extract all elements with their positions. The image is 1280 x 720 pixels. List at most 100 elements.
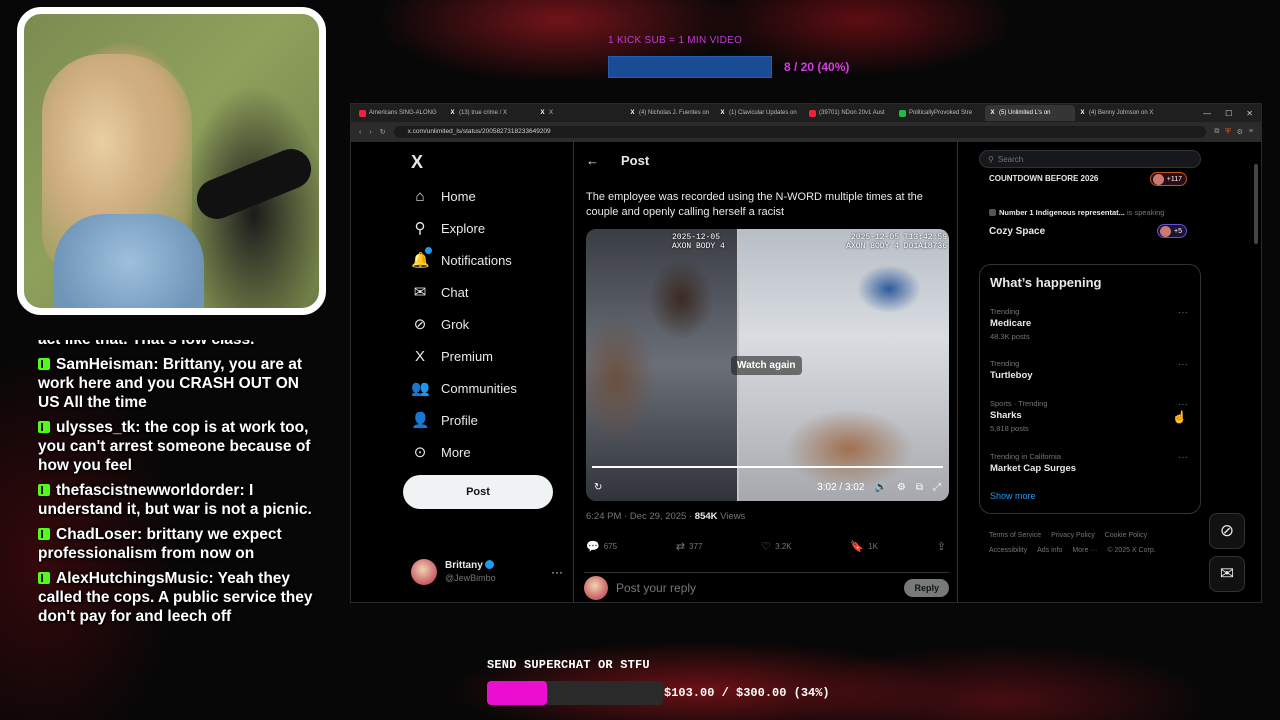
like-action[interactable]: ♡ 3.2K <box>761 540 791 553</box>
show-more-link[interactable]: Show more <box>990 491 1036 501</box>
reply-action[interactable]: 💬 675 <box>586 540 617 553</box>
fullscreen-icon[interactable]: ⤢ <box>933 482 941 493</box>
search-icon: ⚲ <box>988 154 994 164</box>
nav-grok[interactable]: ⊘ Grok <box>411 310 469 338</box>
heart-icon: ♡ <box>761 541 772 553</box>
account-name: Brittany <box>445 560 483 571</box>
chat-message: SamHeisman: Brittany, you are at work he… <box>38 356 303 411</box>
forward-icon[interactable]: › <box>369 129 371 136</box>
search-input[interactable]: ⚲ Search <box>979 150 1201 168</box>
browser-tab[interactable]: (39701) NDon 20v1 Aust <box>805 105 895 121</box>
share-icon[interactable]: ⧉ <box>1214 128 1219 136</box>
space-listeners-badge[interactable]: +117 <box>1149 172 1187 186</box>
trend-item[interactable]: Trending in California Market Cap Surges… <box>990 452 1192 474</box>
nav-notifications[interactable]: 🔔 Notifications <box>411 246 512 274</box>
more-dots-icon[interactable]: ··· <box>1178 452 1188 463</box>
grok-float-button[interactable]: ⊘ <box>1209 513 1245 549</box>
extensions-icon[interactable]: ⚙ <box>1237 128 1243 136</box>
back-arrow-icon[interactable]: ← <box>586 153 599 168</box>
right-sidebar: ⚲ Search COUNTDOWN BEFORE 2026 +117 Numbe… <box>979 142 1203 602</box>
browser-tab[interactable]: X (4) Benny Johnson on X <box>1075 105 1165 121</box>
stream-chat: act like that. That's low class. SamHeis… <box>38 340 318 700</box>
url-field[interactable]: x.com/unlimited_ls/status/20058273182336… <box>393 126 1207 138</box>
nav-chat[interactable]: ✉ Chat <box>411 278 469 306</box>
reload-icon[interactable]: ↻ <box>380 128 386 136</box>
replay-icon[interactable]: ↻ <box>594 482 602 493</box>
superchat-progress-track <box>487 681 663 705</box>
space-listeners-badge[interactable]: +5 <box>1157 224 1187 238</box>
x-favicon-icon: X <box>630 109 635 116</box>
pip-icon[interactable]: ⧉ <box>916 482 923 493</box>
settings-gear-icon[interactable]: ⚙ <box>897 482 906 493</box>
brave-shield-icon[interactable]: ⛨ <box>1225 128 1230 136</box>
nav-premium[interactable]: X Premium <box>411 342 493 370</box>
footer-link[interactable]: Privacy Policy <box>1051 532 1095 539</box>
video-progress-bar[interactable] <box>592 466 943 468</box>
minimize-icon[interactable]: — <box>1203 109 1211 118</box>
footer-link[interactable]: Terms of Service <box>989 532 1041 539</box>
close-icon[interactable]: ✕ <box>1246 109 1253 118</box>
tab-bar: Americans SING-ALONG X (13) true crime / … <box>351 104 1261 122</box>
watch-again-button[interactable]: Watch again <box>731 356 802 375</box>
nav-home[interactable]: ⌂ Home <box>411 182 475 210</box>
share-action[interactable]: ⇪ <box>937 540 946 553</box>
volume-icon[interactable]: 🔊 <box>874 482 886 493</box>
account-switcher[interactable]: Brittany @JewBimbo ··· <box>411 557 563 587</box>
browser-tab-active[interactable]: X (5) Unlimited L's on <box>985 105 1075 121</box>
more-dots-icon[interactable]: ··· <box>1178 399 1188 410</box>
browser-tab[interactable]: XX <box>535 105 625 121</box>
trend-item[interactable]: Trending Medicare 48.3K posts ··· <box>990 307 1192 341</box>
trend-item[interactable]: Sports · Trending Sharks 5,818 posts ··· <box>990 399 1192 433</box>
more-dots-icon[interactable]: ··· <box>1178 307 1188 318</box>
post-button[interactable]: Post <box>403 475 553 509</box>
share-icon: ⇪ <box>936 541 946 553</box>
browser-tab[interactable]: X (4) Nicholas J. Fuentes on <box>625 105 715 121</box>
nav-communities[interactable]: 👥 Communities <box>411 374 517 402</box>
chat-message: thefascistnewworldorder: I understand it… <box>38 482 312 518</box>
browser-tab[interactable]: PoliticallyProvoked Stre <box>895 105 985 121</box>
messages-float-button[interactable]: ✉ <box>1209 556 1245 592</box>
goal-progress-bar <box>608 56 772 78</box>
webcam-feed <box>17 7 326 315</box>
maximize-icon[interactable]: ☐ <box>1225 109 1232 118</box>
tweet-actions: 💬 675 ⇄ 377 ♡ 3.2K 🔖 1K ⇪ <box>586 540 946 553</box>
footer-link[interactable]: More ··· <box>1072 547 1097 554</box>
bodycam-timestamp-right: 2025-12-05 T13:42:59 AXON BODY 4 D01A1873… <box>846 233 947 251</box>
x-logo-icon[interactable]: X <box>411 152 423 173</box>
bookmark-icon: 🔖 <box>850 541 865 553</box>
trend-item[interactable]: Trending Turtleboy ··· <box>990 359 1192 381</box>
bell-icon: 🔔 <box>411 247 432 269</box>
footer-link[interactable]: Ads info <box>1037 547 1062 554</box>
mouse-cursor-icon: ☝ <box>1172 410 1187 424</box>
mic-icon <box>989 209 996 216</box>
footer-link[interactable]: Accessibility <box>989 547 1027 554</box>
x-favicon-icon: X <box>540 109 545 116</box>
nav-profile[interactable]: 👤 Profile <box>411 406 478 434</box>
reply-button[interactable]: Reply <box>904 578 949 597</box>
window-controls: — ☐ ✕ <box>1203 109 1261 118</box>
menu-icon[interactable]: ≡ <box>1249 128 1253 136</box>
browser-tab[interactable]: X (13) true crime / X <box>445 105 535 121</box>
nav-explore[interactable]: ⚲ Explore <box>411 214 486 242</box>
back-icon[interactable]: ‹ <box>359 129 361 136</box>
bookmark-action[interactable]: 🔖 1K <box>850 540 878 553</box>
footer-link[interactable]: Cookie Policy <box>1105 532 1147 539</box>
repost-action[interactable]: ⇄ 377 <box>676 540 703 553</box>
reply-composer: Post your reply Reply <box>584 572 949 602</box>
page-scrollbar[interactable] <box>1254 164 1258 244</box>
person-icon: 👤 <box>411 412 430 429</box>
space-title[interactable]: COUNTDOWN BEFORE 2026 <box>989 174 1098 183</box>
page-title: Post <box>621 152 650 168</box>
more-dots-icon[interactable]: ··· <box>1178 359 1188 370</box>
space-title[interactable]: Cozy Space <box>989 226 1045 237</box>
section-title: What’s happening <box>990 275 1102 290</box>
reply-input[interactable]: Post your reply <box>616 581 896 595</box>
nav-more[interactable]: ⊙ More <box>411 438 471 466</box>
browser-tab[interactable]: X (1) Clavicular Updates on <box>715 105 805 121</box>
search-icon: ⚲ <box>414 220 426 237</box>
more-dots-icon[interactable]: ··· <box>551 565 563 579</box>
x-page: X ⌂ Home ⚲ Explore 🔔 Notifications ✉ Chat ⊘ G… <box>351 142 1261 602</box>
browser-tab[interactable]: Americans SING-ALONG <box>355 105 445 121</box>
account-handle: @JewBimbo <box>445 573 496 583</box>
video-player[interactable]: 2025-12-05 AXON BODY 4 2025-12-05 T13:42:… <box>586 229 949 501</box>
